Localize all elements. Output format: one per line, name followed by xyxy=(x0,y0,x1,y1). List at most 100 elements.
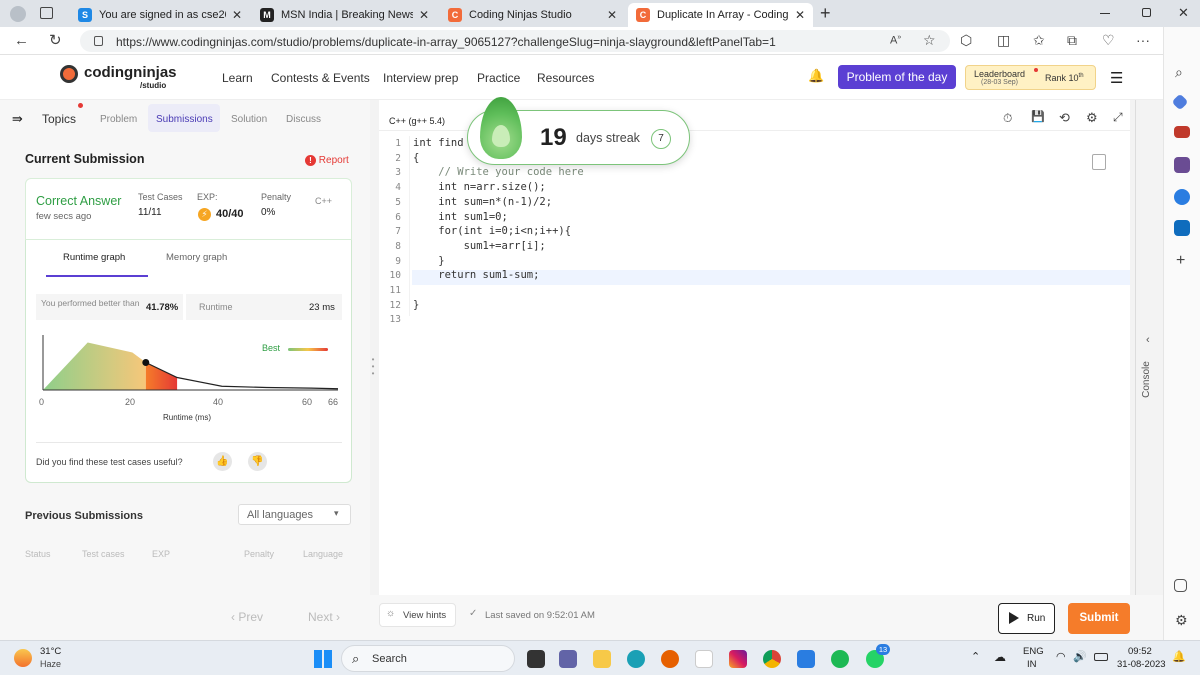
submit-button[interactable]: Submit xyxy=(1068,603,1130,634)
tab-memory-graph[interactable]: Memory graph xyxy=(166,252,227,263)
close-window-icon[interactable]: ✕ xyxy=(1178,5,1189,21)
language-filter-dropdown[interactable]: All languages ▾ xyxy=(238,504,351,525)
language-selector[interactable]: C++ (g++ 5.4) xyxy=(389,116,445,126)
code-line[interactable]: for(int i=0;i<n;i++){ xyxy=(413,225,571,237)
notification-bell-icon[interactable]: 🔔 xyxy=(808,68,824,84)
profile-icon[interactable] xyxy=(10,6,26,22)
outlook-icon[interactable] xyxy=(1174,220,1190,236)
refresh-icon[interactable]: ↻ xyxy=(49,33,62,48)
weather-condition[interactable]: Haze xyxy=(40,659,61,669)
clock-time[interactable]: 09:52 xyxy=(1128,646,1152,657)
code-line[interactable]: sum1+=arr[i]; xyxy=(413,240,546,252)
console-side-panel[interactable]: ‹ Console xyxy=(1135,100,1163,640)
nav-learn[interactable]: Learn xyxy=(222,71,253,85)
leaderboard-badge[interactable]: Leaderboard (28-03 Sep) Rank 10th xyxy=(965,65,1096,90)
tab-actions-icon[interactable] xyxy=(40,7,53,19)
coding-ninjas-logo-icon[interactable] xyxy=(60,65,78,83)
console-label[interactable]: Console xyxy=(1141,361,1152,398)
nav-interview-prep[interactable]: Interview prep xyxy=(383,71,458,85)
chrome-icon[interactable] xyxy=(763,650,781,668)
close-tab-icon[interactable]: ✕ xyxy=(232,8,242,22)
instagram-icon[interactable] xyxy=(729,650,747,668)
tools-briefcase-icon[interactable] xyxy=(1174,126,1190,138)
language-primary[interactable]: ENG xyxy=(1023,646,1044,657)
amazon-icon[interactable] xyxy=(695,650,713,668)
logo-text[interactable]: codingninjas xyxy=(84,64,177,81)
nav-contests-events[interactable]: Contests & Events xyxy=(271,71,370,85)
microsoft-365-icon[interactable] xyxy=(1174,189,1190,205)
taskbar-search-box[interactable]: ⌕ Search xyxy=(341,645,515,672)
code-line[interactable]: int find xyxy=(413,137,464,149)
battery-icon[interactable] xyxy=(1094,653,1108,661)
settings-gear-icon[interactable]: ⚙ xyxy=(1175,613,1188,627)
tab-signed-in[interactable]: S You are signed in as cse2021021 ✕ xyxy=(70,3,250,27)
next-page-button[interactable]: Next › xyxy=(308,610,340,624)
back-icon[interactable]: ← xyxy=(14,33,29,48)
tab-coding-ninjas-studio[interactable]: C Coding Ninjas Studio ✕ xyxy=(440,3,625,27)
firefox-icon[interactable] xyxy=(661,650,679,668)
sidebar-layout-icon[interactable] xyxy=(1174,579,1187,592)
tab-runtime-graph[interactable]: Runtime graph xyxy=(63,252,125,263)
favorites-icon[interactable]: ✩ xyxy=(1033,33,1045,47)
thumbs-down-button[interactable]: 👎 xyxy=(248,452,267,471)
extensions-icon[interactable]: ⬡ xyxy=(960,33,972,47)
prev-page-button[interactable]: ‹ Prev xyxy=(231,610,263,624)
collections-icon[interactable]: ⧉ xyxy=(1067,33,1077,47)
onedrive-cloud-icon[interactable]: ☁ xyxy=(994,650,1006,664)
code-line[interactable]: { xyxy=(413,152,419,164)
weather-icon[interactable] xyxy=(14,649,32,667)
code-line[interactable]: int sum=n*(n-1)/2; xyxy=(413,196,552,208)
shopping-tag-icon[interactable] xyxy=(1171,93,1189,111)
close-tab-icon[interactable]: ✕ xyxy=(419,8,429,22)
task-view-icon[interactable] xyxy=(527,650,545,668)
thumbs-up-button[interactable]: 👍 xyxy=(213,452,232,471)
view-hints-button[interactable]: ☼ View hints xyxy=(379,603,456,627)
code-line[interactable]: int sum1=0; xyxy=(413,211,508,223)
hamburger-menu-icon[interactable]: ☰ xyxy=(1110,69,1123,87)
save-icon[interactable]: 💾 xyxy=(1031,112,1045,123)
topics-button[interactable]: Topics xyxy=(42,112,76,126)
read-aloud-icon[interactable]: A» xyxy=(890,34,901,47)
topics-icon[interactable]: ⇛ xyxy=(12,111,23,127)
wifi-icon[interactable]: ◠ xyxy=(1056,650,1066,663)
search-icon[interactable]: ⌕ xyxy=(1175,65,1183,79)
url-field[interactable]: https://www.codingninjas.com/studio/prob… xyxy=(80,30,950,52)
tab-discuss[interactable]: Discuss xyxy=(286,114,321,125)
edge-browser-icon[interactable] xyxy=(627,650,645,668)
code-editor[interactable]: C++ (g++ 5.4) ⏱ 💾 ⟲ ⚙ ⤢ 1 2 3 4 5 6 7 8 9 10 11 12 1… xyxy=(379,100,1130,595)
run-button[interactable]: Run xyxy=(998,603,1055,634)
favorite-star-icon[interactable]: ☆ xyxy=(923,33,936,47)
problem-of-the-day-button[interactable]: Problem of the day xyxy=(838,65,956,89)
add-sidebar-icon[interactable]: + xyxy=(1176,253,1185,269)
spotify-icon[interactable] xyxy=(831,650,849,668)
code-line[interactable]: return sum1-sum; xyxy=(413,269,539,281)
nav-resources[interactable]: Resources xyxy=(537,71,594,85)
notifications-bell-icon[interactable]: 🔔 xyxy=(1172,650,1186,663)
timer-icon[interactable]: ⏱ xyxy=(1003,112,1012,124)
new-tab-button[interactable]: + xyxy=(820,3,831,24)
code-line[interactable]: // Write your code here xyxy=(413,166,583,178)
games-icon[interactable] xyxy=(1174,157,1190,173)
minimize-icon[interactable] xyxy=(1100,13,1110,14)
close-tab-icon[interactable]: ✕ xyxy=(607,8,617,22)
tab-duplicate-in-array[interactable]: C Duplicate In Array - Coding Ninja ✕ xyxy=(628,3,813,27)
volume-icon[interactable]: 🔊 xyxy=(1073,650,1087,663)
tab-solution[interactable]: Solution xyxy=(231,114,267,125)
editor-settings-icon[interactable]: ⚙ xyxy=(1086,111,1098,124)
tab-submissions[interactable]: Submissions xyxy=(148,104,220,132)
language-secondary[interactable]: IN xyxy=(1027,659,1037,670)
start-windows-icon[interactable] xyxy=(314,650,332,668)
panel-resize-handle[interactable]: • • • xyxy=(370,356,376,378)
reset-icon[interactable]: ⟲ xyxy=(1059,111,1070,124)
weather-temp[interactable]: 31°C xyxy=(40,646,61,657)
fullscreen-icon[interactable]: ⤢ xyxy=(1113,111,1123,123)
tab-problem[interactable]: Problem xyxy=(100,114,137,125)
console-collapse-chevron-icon[interactable]: ‹ xyxy=(1146,334,1150,346)
file-explorer-icon[interactable] xyxy=(593,650,611,668)
tab-msn[interactable]: M MSN India | Breaking News, Ente ✕ xyxy=(252,3,437,27)
report-button[interactable]: ! Report xyxy=(305,155,349,166)
more-icon[interactable]: ··· xyxy=(1136,33,1150,47)
store-icon[interactable] xyxy=(797,650,815,668)
split-screen-icon[interactable]: ◫ xyxy=(997,33,1010,47)
close-tab-icon[interactable]: ✕ xyxy=(795,8,805,22)
